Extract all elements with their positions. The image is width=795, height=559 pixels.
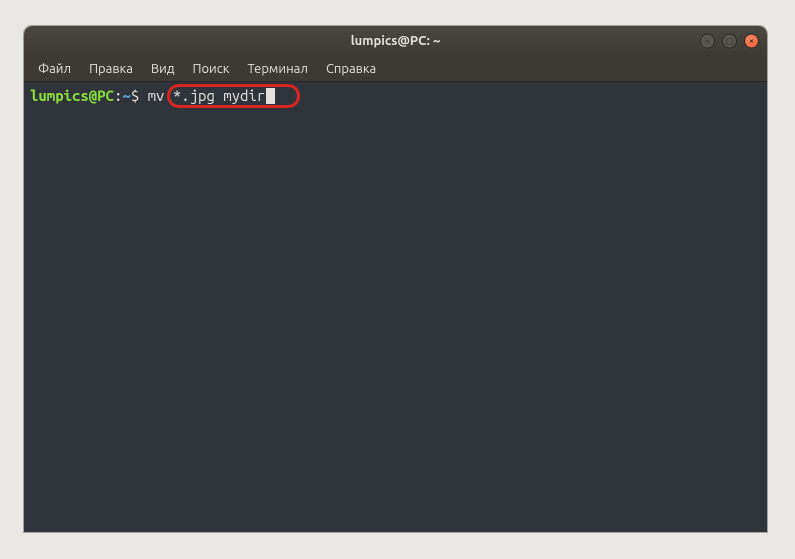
close-icon: × xyxy=(749,37,754,45)
command-text: mv *.jpg mydir xyxy=(148,87,266,104)
prompt-line: lumpics@PC:~$ mv *.jpg mydir xyxy=(30,86,761,106)
menu-file[interactable]: Файл xyxy=(30,59,79,79)
maximize-icon: □ xyxy=(726,37,734,45)
window-controls: − □ × xyxy=(700,34,759,49)
menu-help[interactable]: Справка xyxy=(318,59,384,79)
prompt-path: ~ xyxy=(122,87,130,104)
close-button[interactable]: × xyxy=(744,34,759,49)
prompt-userhost: lumpics@PC xyxy=(30,87,114,104)
menu-edit[interactable]: Правка xyxy=(81,59,141,79)
menu-search[interactable]: Поиск xyxy=(184,59,237,79)
text-cursor xyxy=(266,88,275,104)
minimize-icon: − xyxy=(705,37,710,45)
minimize-button[interactable]: − xyxy=(700,34,715,49)
terminal-window: lumpics@PC: ~ − □ × Файл Правка Вид Поис… xyxy=(24,26,767,532)
prompt-sep2: $ xyxy=(131,87,139,104)
menubar: Файл Правка Вид Поиск Терминал Справка xyxy=(24,56,767,82)
titlebar[interactable]: lumpics@PC: ~ − □ × xyxy=(24,26,767,56)
maximize-button[interactable]: □ xyxy=(722,34,737,49)
terminal-body[interactable]: lumpics@PC:~$ mv *.jpg mydir xyxy=(24,82,767,532)
menu-view[interactable]: Вид xyxy=(143,59,183,79)
window-title: lumpics@PC: ~ xyxy=(351,34,441,48)
menu-terminal[interactable]: Терминал xyxy=(239,59,315,79)
